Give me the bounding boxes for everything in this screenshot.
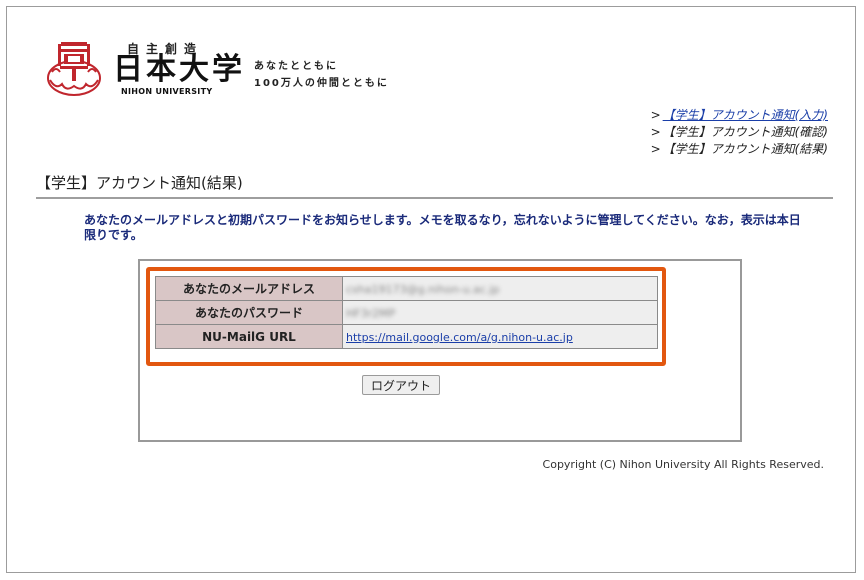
step-input: > 【学生】アカウント通知(入力): [651, 107, 828, 124]
step-confirm-label: 【学生】アカウント通知(確認): [662, 125, 828, 139]
email-value: csha19173@g.nihon-u.ac.jp: [346, 282, 500, 296]
page-title: 【学生】アカウント通知(結果): [36, 174, 243, 192]
university-name-en: NIHON UNIVERSITY: [121, 87, 213, 96]
password-value: HF3r2MP: [346, 306, 396, 320]
password-label: あなたのパスワード: [155, 300, 343, 325]
mail-url-link[interactable]: https://mail.google.com/a/g.nihon-u.ac.j…: [346, 331, 573, 344]
step-arrow: >: [650, 142, 661, 156]
step-result: > 【学生】アカウント通知(結果): [651, 141, 828, 158]
step-arrow: >: [650, 125, 661, 139]
email-label: あなたのメールアドレス: [155, 276, 343, 301]
mail-url-cell: https://mail.google.com/a/g.nihon-u.ac.j…: [342, 324, 658, 349]
slogan-line-2: 100万人の仲間とともに: [254, 78, 389, 89]
email-value-cell: csha19173@g.nihon-u.ac.jp: [342, 276, 658, 301]
table-row: NU-MailG URL https://mail.google.com/a/g…: [155, 324, 658, 349]
table-row: あなたのパスワード HF3r2MP: [155, 300, 658, 325]
step-input-link[interactable]: 【学生】アカウント通知(入力): [663, 108, 828, 122]
title-divider: [36, 197, 833, 199]
step-navigation: > 【学生】アカウント通知(入力) > 【学生】アカウント通知(確認) > 【学生】ア…: [651, 107, 828, 158]
step-confirm: > 【学生】アカウント通知(確認): [651, 124, 828, 141]
slogan-line-1: あなたとともに: [254, 61, 338, 72]
table-row: あなたのメールアドレス csha19173@g.nihon-u.ac.jp: [155, 276, 658, 301]
nihon-university-logo-icon: [47, 42, 101, 96]
step-arrow: >: [650, 108, 661, 122]
step-result-label: 【学生】アカウント通知(結果): [662, 142, 828, 156]
password-value-cell: HF3r2MP: [342, 300, 658, 325]
university-name-jp: 日本大学: [113, 52, 245, 87]
copyright-text: Copyright (C) Nihon University All Right…: [542, 458, 824, 471]
account-info-table: あなたのメールアドレス csha19173@g.nihon-u.ac.jp あな…: [155, 276, 658, 349]
notice-message: あなたのメールアドレスと初期パスワードをお知らせします。メモを取るなり，忘れない…: [84, 213, 801, 242]
logout-button[interactable]: ログアウト: [362, 375, 440, 395]
mail-url-label: NU-MailG URL: [155, 324, 343, 349]
